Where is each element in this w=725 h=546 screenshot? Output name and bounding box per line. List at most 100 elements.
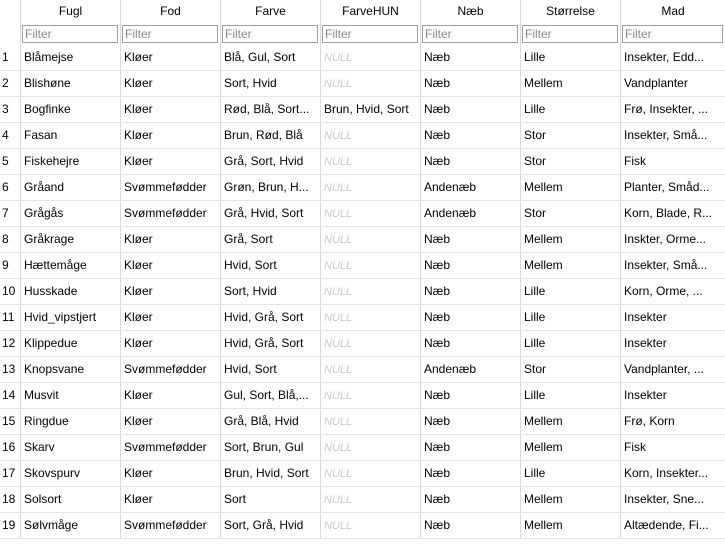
- table-cell[interactable]: Hvid, Grå, Sort: [221, 331, 321, 356]
- table-cell[interactable]: NULL: [321, 357, 421, 382]
- table-row[interactable]: 18 Solsort Kløer Sort NULL Næb Mellem Insekter,…: [0, 487, 725, 513]
- table-cell[interactable]: Næb: [421, 149, 521, 174]
- table-cell[interactable]: Kløer: [121, 461, 221, 486]
- table-cell[interactable]: Insekter: [621, 383, 725, 408]
- table-cell[interactable]: Blå, Gul, Sort: [221, 45, 321, 70]
- table-cell[interactable]: Altædende, Fi...: [621, 513, 725, 538]
- filter-input-stoerrelse[interactable]: [522, 25, 618, 43]
- table-cell[interactable]: Mellem: [521, 253, 621, 278]
- table-cell[interactable]: Lille: [521, 45, 621, 70]
- table-cell[interactable]: NULL: [321, 123, 421, 148]
- table-cell[interactable]: Kløer: [121, 45, 221, 70]
- row-number[interactable]: 6: [0, 175, 21, 200]
- table-cell[interactable]: Andenæb: [421, 357, 521, 382]
- table-cell[interactable]: Lille: [521, 97, 621, 122]
- filter-input-farve[interactable]: [222, 25, 318, 43]
- table-cell[interactable]: NULL: [321, 175, 421, 200]
- table-cell[interactable]: Andenæb: [421, 201, 521, 226]
- table-row[interactable]: 5 Fiskehejre Kløer Grå, Sort, Hvid NULL Næb St…: [0, 149, 725, 175]
- table-cell[interactable]: Mellem: [521, 513, 621, 538]
- table-cell[interactable]: Hvid, Grå, Sort: [221, 305, 321, 330]
- row-number[interactable]: 17: [0, 461, 21, 486]
- table-cell[interactable]: Hættemåge: [21, 253, 121, 278]
- table-cell[interactable]: Frø, Insekter, ...: [621, 97, 725, 122]
- table-cell[interactable]: Svømmefødder: [121, 357, 221, 382]
- table-cell[interactable]: Sort: [221, 487, 321, 512]
- table-cell[interactable]: NULL: [321, 279, 421, 304]
- table-cell[interactable]: Svømmefødder: [121, 435, 221, 460]
- table-cell[interactable]: NULL: [321, 383, 421, 408]
- table-cell[interactable]: NULL: [321, 227, 421, 252]
- table-cell[interactable]: Stor: [521, 201, 621, 226]
- row-number-header[interactable]: [0, 0, 21, 23]
- table-row[interactable]: 9 Hættemåge Kløer Hvid, Sort NULL Næb Mellem In…: [0, 253, 725, 279]
- table-row[interactable]: 19 Sølvmåge Svømmefødder Sort, Grå, Hvid NUL…: [0, 513, 725, 539]
- table-cell[interactable]: Grå, Sort: [221, 227, 321, 252]
- row-number[interactable]: 10: [0, 279, 21, 304]
- table-cell[interactable]: Næb: [421, 227, 521, 252]
- table-cell[interactable]: Inskter, Orme...: [621, 227, 725, 252]
- table-cell[interactable]: NULL: [321, 201, 421, 226]
- table-cell[interactable]: Mellem: [521, 487, 621, 512]
- table-row[interactable]: 14 Musvit Kløer Gul, Sort, Blå,... NULL Næb Li…: [0, 383, 725, 409]
- column-header-fugl[interactable]: Fugl: [21, 0, 121, 23]
- table-cell[interactable]: Lille: [521, 279, 621, 304]
- row-number[interactable]: 8: [0, 227, 21, 252]
- row-number[interactable]: 11: [0, 305, 21, 330]
- table-cell[interactable]: NULL: [321, 487, 421, 512]
- table-cell[interactable]: Kløer: [121, 123, 221, 148]
- table-cell[interactable]: Kløer: [121, 97, 221, 122]
- table-cell[interactable]: Gråkrage: [21, 227, 121, 252]
- table-row[interactable]: 11 Hvid_vipstjert Kløer Hvid, Grå, Sort NULL…: [0, 305, 725, 331]
- table-cell[interactable]: Korn, Orme, ...: [621, 279, 725, 304]
- table-cell[interactable]: NULL: [321, 71, 421, 96]
- table-cell[interactable]: Brun, Hvid, Sort: [221, 461, 321, 486]
- column-header-farve[interactable]: Farve: [221, 0, 321, 23]
- table-cell[interactable]: NULL: [321, 513, 421, 538]
- column-header-stoerrelse[interactable]: Størrelse: [521, 0, 621, 23]
- table-cell[interactable]: Næb: [421, 45, 521, 70]
- row-number[interactable]: 13: [0, 357, 21, 382]
- row-number[interactable]: 3: [0, 97, 21, 122]
- table-cell[interactable]: Lille: [521, 383, 621, 408]
- table-cell[interactable]: Skarv: [21, 435, 121, 460]
- table-cell[interactable]: Kløer: [121, 227, 221, 252]
- table-cell[interactable]: Vandplanter: [621, 71, 725, 96]
- table-row[interactable]: 8 Gråkrage Kløer Grå, Sort NULL Næb Mellem Insk…: [0, 227, 725, 253]
- table-cell[interactable]: Kløer: [121, 149, 221, 174]
- row-number[interactable]: 14: [0, 383, 21, 408]
- table-cell[interactable]: Gråand: [21, 175, 121, 200]
- table-cell[interactable]: Klippedue: [21, 331, 121, 356]
- table-cell[interactable]: Sort, Brun, Gul: [221, 435, 321, 460]
- table-cell[interactable]: Kløer: [121, 487, 221, 512]
- table-cell[interactable]: Brun, Rød, Blå: [221, 123, 321, 148]
- table-cell[interactable]: Skovspurv: [21, 461, 121, 486]
- table-cell[interactable]: Lille: [521, 461, 621, 486]
- row-number[interactable]: 7: [0, 201, 21, 226]
- table-cell[interactable]: Fisk: [621, 435, 725, 460]
- table-cell[interactable]: Sort, Hvid: [221, 71, 321, 96]
- table-cell[interactable]: Svømmefødder: [121, 513, 221, 538]
- column-header-fod[interactable]: Fod: [121, 0, 221, 23]
- column-header-mad[interactable]: Mad: [621, 0, 725, 23]
- table-cell[interactable]: Korn, Blade, R...: [621, 201, 725, 226]
- row-number[interactable]: 15: [0, 409, 21, 434]
- table-cell[interactable]: Kløer: [121, 71, 221, 96]
- table-cell[interactable]: Mellem: [521, 71, 621, 96]
- table-cell[interactable]: Næb: [421, 461, 521, 486]
- table-cell[interactable]: Blåmejse: [21, 45, 121, 70]
- table-row[interactable]: 2 Blishøne Kløer Sort, Hvid NULL Næb Mellem Van…: [0, 71, 725, 97]
- row-number[interactable]: 2: [0, 71, 21, 96]
- table-cell[interactable]: Insekter, Små...: [621, 123, 725, 148]
- table-cell[interactable]: Lille: [521, 331, 621, 356]
- filter-input-fod[interactable]: [122, 25, 218, 43]
- table-cell[interactable]: Mellem: [521, 175, 621, 200]
- table-cell[interactable]: Næb: [421, 71, 521, 96]
- table-cell[interactable]: Grå, Blå, Hvid: [221, 409, 321, 434]
- table-cell[interactable]: Frø, Korn: [621, 409, 725, 434]
- table-cell[interactable]: Rød, Blå, Sort...: [221, 97, 321, 122]
- table-cell[interactable]: Næb: [421, 279, 521, 304]
- table-cell[interactable]: Mellem: [521, 227, 621, 252]
- table-cell[interactable]: Grøn, Brun, H...: [221, 175, 321, 200]
- table-cell[interactable]: Kløer: [121, 331, 221, 356]
